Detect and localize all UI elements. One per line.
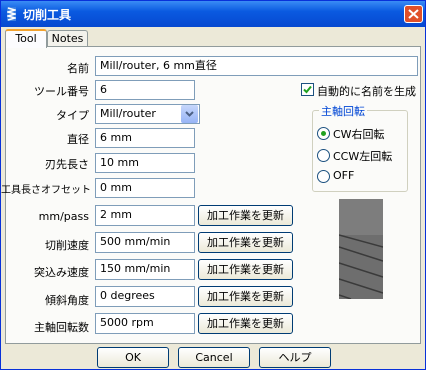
name-input[interactable]: Mill/router, 6 mm直径 bbox=[95, 56, 418, 76]
tool-number-label: ツール番号 bbox=[34, 85, 89, 98]
flute-length-input[interactable]: 10 mm bbox=[95, 153, 195, 173]
tool-dialog: 切削工具 Tool Notes 名前 ツール番号 タイプ 直径 刃先長さ 工具長… bbox=[0, 0, 426, 370]
close-button[interactable] bbox=[404, 5, 423, 23]
ramp-angle-label: 傾斜角度 bbox=[45, 294, 89, 307]
radio-selected-dot bbox=[321, 131, 326, 136]
title-bar: 切削工具 bbox=[1, 1, 425, 27]
name-label: 名前 bbox=[67, 62, 89, 75]
tab-notes[interactable]: Notes bbox=[47, 30, 88, 47]
type-label: タイプ bbox=[56, 109, 89, 122]
update-spindle-speed-button[interactable]: 加工作業を更新 bbox=[198, 313, 293, 334]
spindle-group-title: 主軸回転 bbox=[319, 103, 367, 119]
diameter-input[interactable]: 6 mm bbox=[95, 128, 195, 148]
plunge-speed-input[interactable]: 150 mm/min bbox=[95, 259, 195, 280]
update-mm-per-pass-button[interactable]: 加工作業を更新 bbox=[198, 205, 293, 226]
spindle-speed-label: 主軸回転数 bbox=[34, 321, 89, 334]
chevron-down-icon bbox=[185, 111, 194, 117]
close-icon bbox=[408, 9, 419, 19]
cutting-speed-label: 切削速度 bbox=[45, 239, 89, 252]
length-offset-input[interactable]: 0 mm bbox=[95, 178, 195, 198]
type-dropdown-button[interactable] bbox=[181, 105, 198, 123]
ramp-angle-input[interactable]: 0 degrees bbox=[95, 286, 195, 307]
ok-button[interactable]: OK bbox=[97, 347, 169, 368]
update-ramp-angle-button[interactable]: 加工作業を更新 bbox=[198, 286, 293, 307]
cw-radio[interactable] bbox=[317, 127, 330, 140]
window-title: 切削工具 bbox=[23, 8, 72, 22]
flute-length-label: 刃先長さ bbox=[45, 158, 89, 171]
auto-name-label: 自動的に名前を生成 bbox=[317, 85, 416, 98]
mm-per-pass-input[interactable]: 2 mm bbox=[95, 205, 195, 226]
off-radio-label: OFF bbox=[333, 169, 355, 182]
spindle-speed-input[interactable]: 5000 rpm bbox=[95, 313, 195, 334]
tool-preview-image bbox=[339, 199, 383, 299]
help-button[interactable]: ヘルプ bbox=[259, 347, 331, 368]
plunge-speed-label: 突込み速度 bbox=[34, 266, 89, 279]
cutting-speed-input[interactable]: 500 mm/min bbox=[95, 232, 195, 253]
auto-name-checkbox[interactable] bbox=[301, 83, 314, 96]
diameter-label: 直径 bbox=[67, 133, 89, 146]
ccw-radio[interactable] bbox=[317, 149, 330, 162]
mm-per-pass-label: mm/pass bbox=[38, 210, 89, 223]
app-icon bbox=[7, 7, 16, 21]
cancel-button[interactable]: Cancel bbox=[178, 347, 250, 368]
ccw-radio-label: CCW左回転 bbox=[333, 150, 393, 163]
check-icon bbox=[303, 85, 312, 94]
length-offset-label: 工具長さオフセット bbox=[1, 185, 91, 196]
update-plunge-speed-button[interactable]: 加工作業を更新 bbox=[198, 259, 293, 280]
tab-tool[interactable]: Tool bbox=[5, 29, 47, 48]
update-cutting-speed-button[interactable]: 加工作業を更新 bbox=[198, 232, 293, 253]
off-radio[interactable] bbox=[317, 170, 330, 183]
cw-radio-label: CW右回転 bbox=[333, 128, 385, 141]
tool-number-input[interactable]: 6 bbox=[95, 80, 195, 100]
